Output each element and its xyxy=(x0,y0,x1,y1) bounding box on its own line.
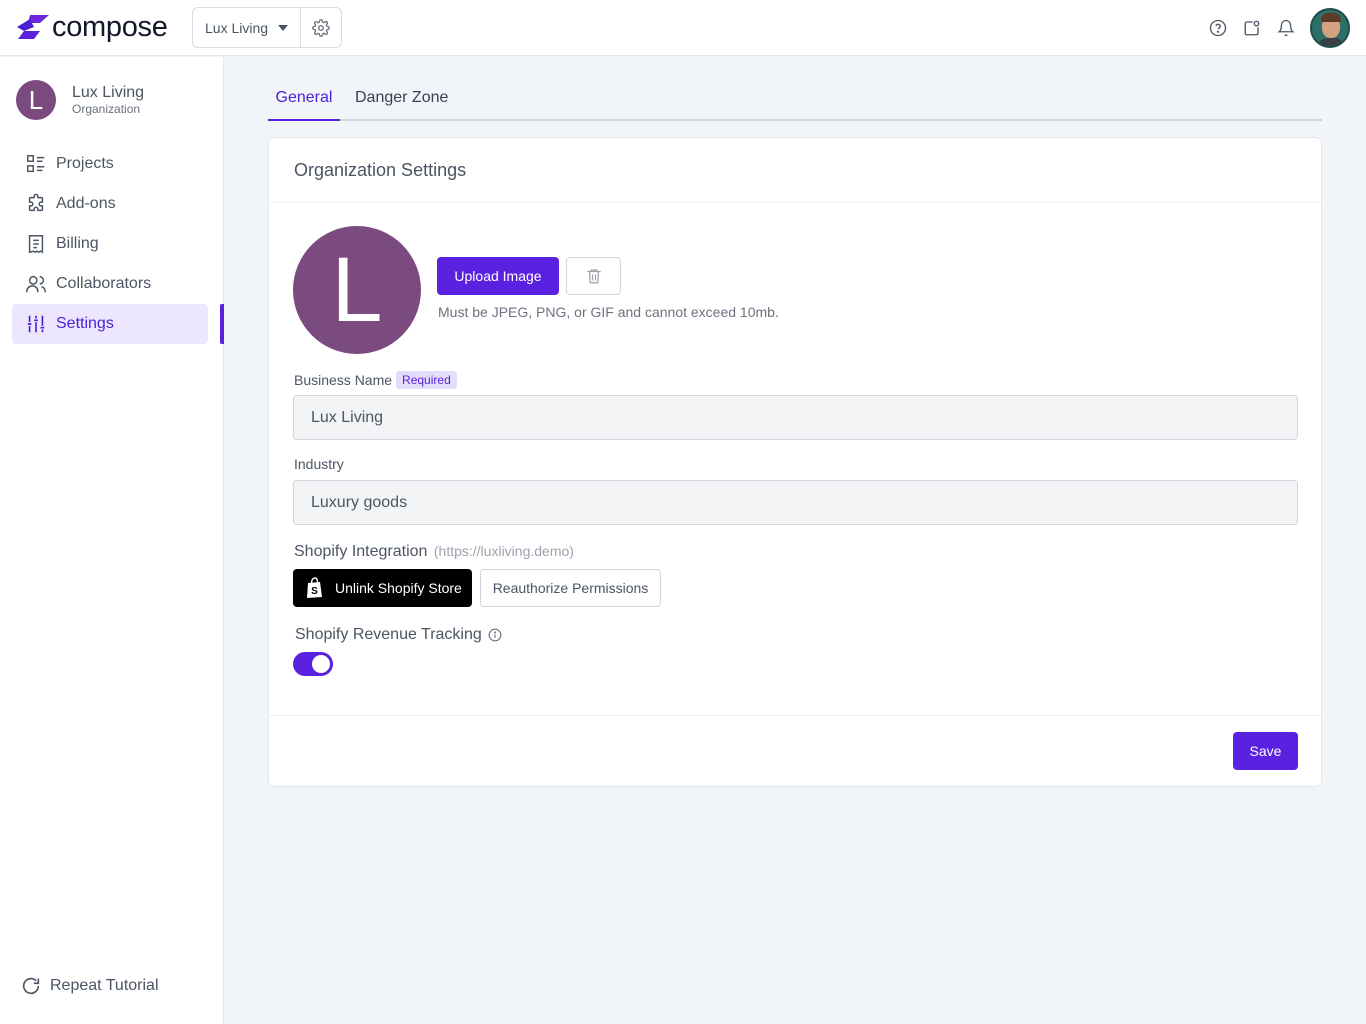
org-card: L Lux Living Organization xyxy=(16,80,144,120)
chevron-down-icon xyxy=(278,25,288,31)
shopify-bag-icon: S xyxy=(307,577,322,598)
save-button[interactable]: Save xyxy=(1233,732,1298,770)
compose-logo-icon xyxy=(17,15,49,39)
help-icon xyxy=(1209,19,1227,37)
unlink-shopify-label: Unlink Shopify Store xyxy=(335,580,462,596)
refresh-icon xyxy=(22,977,40,995)
divider xyxy=(269,715,1321,716)
upload-image-button[interactable]: Upload Image xyxy=(437,257,559,295)
sidebar-item-label: Billing xyxy=(56,235,99,252)
revenue-tracking-label: Shopify Revenue Tracking xyxy=(295,626,502,644)
sidebar-item-add-ons[interactable]: Add-ons xyxy=(12,184,208,224)
shopify-integration-label: Shopify Integration (https://luxliving.d… xyxy=(294,543,574,560)
tab-danger-zone[interactable]: Danger Zone xyxy=(355,80,448,121)
sidebar-nav: Projects Add-ons Billing Collaborators S… xyxy=(12,144,224,344)
sidebar-item-label: Projects xyxy=(56,155,114,172)
unlink-shopify-button[interactable]: S Unlink Shopify Store xyxy=(293,569,472,607)
compose-logo[interactable]: compose xyxy=(16,10,168,44)
notifications-button[interactable] xyxy=(1276,18,1296,38)
svg-text:S: S xyxy=(311,586,318,597)
settings-tabs: General Danger Zone xyxy=(268,80,1322,121)
tab-general[interactable]: General xyxy=(268,80,340,121)
top-bar: compose Lux Living xyxy=(0,0,1366,56)
org-name: Lux Living xyxy=(72,83,145,101)
delete-image-button[interactable] xyxy=(566,257,621,295)
gear-icon xyxy=(312,18,330,37)
sliders-icon xyxy=(24,312,48,336)
divider xyxy=(269,202,1321,203)
revenue-tracking-toggle[interactable] xyxy=(293,652,333,676)
business-name-label: Business Name Required xyxy=(294,371,457,389)
card-title: Organization Settings xyxy=(294,160,467,180)
user-avatar[interactable] xyxy=(1310,8,1350,48)
bell-icon xyxy=(1277,19,1295,37)
organization-avatar: L xyxy=(293,226,421,354)
org-type: Organization xyxy=(72,101,141,116)
info-icon[interactable] xyxy=(488,628,502,642)
projects-icon xyxy=(24,152,48,176)
whats-new-button[interactable] xyxy=(1242,18,1262,38)
sidebar-item-projects[interactable]: Projects xyxy=(12,144,208,184)
brand-name: compose xyxy=(52,11,168,43)
active-nav-indicator xyxy=(220,304,224,344)
receipt-icon xyxy=(24,232,48,256)
industry-label: Industry xyxy=(294,456,344,472)
trash-icon xyxy=(586,269,601,284)
shopify-store-url: (https://luxliving.demo) xyxy=(433,543,574,559)
required-badge: Required xyxy=(396,371,457,389)
org-settings-button[interactable] xyxy=(301,8,341,47)
org-avatar: L xyxy=(16,80,56,120)
users-icon xyxy=(24,272,48,296)
sidebar-item-label: Collaborators xyxy=(56,275,152,292)
sidebar: L Lux Living Organization Projects Add-o… xyxy=(0,57,224,1024)
repeat-tutorial-button[interactable]: Repeat Tutorial xyxy=(20,975,159,997)
sidebar-item-settings[interactable]: Settings xyxy=(12,304,208,344)
industry-field[interactable] xyxy=(293,480,1298,525)
sidebar-item-billing[interactable]: Billing xyxy=(12,224,208,264)
org-select-value: Lux Living xyxy=(205,19,269,36)
toggle-knob xyxy=(312,655,330,673)
repeat-tutorial-label: Repeat Tutorial xyxy=(50,977,159,994)
reauthorize-permissions-button[interactable]: Reauthorize Permissions xyxy=(480,569,661,607)
upload-hint: Must be JPEG, PNG, or GIF and cannot exc… xyxy=(438,304,779,320)
org-switcher: Lux Living xyxy=(192,7,342,48)
sidebar-item-label: Add-ons xyxy=(56,195,116,212)
organization-settings-card: Organization Settings L Upload Image Mus… xyxy=(268,137,1322,787)
org-select[interactable]: Lux Living xyxy=(193,8,301,47)
puzzle-icon xyxy=(24,192,48,216)
header-actions xyxy=(1194,8,1350,48)
sidebar-item-label: Settings xyxy=(56,315,114,332)
help-button[interactable] xyxy=(1208,18,1228,38)
whats-new-icon xyxy=(1244,20,1260,36)
sidebar-item-collaborators[interactable]: Collaborators xyxy=(12,264,208,304)
business-name-field[interactable] xyxy=(293,395,1298,440)
